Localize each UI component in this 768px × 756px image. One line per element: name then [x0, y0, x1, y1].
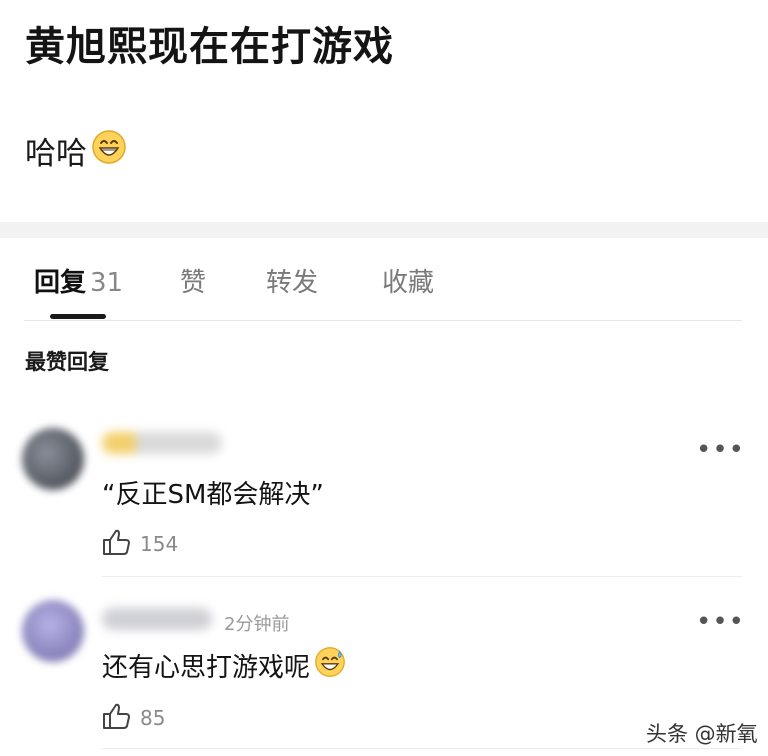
- thumbs-up-icon: [102, 528, 132, 560]
- more-dots-icon[interactable]: •••: [696, 609, 745, 635]
- comment-divider: [102, 576, 742, 577]
- tab-reposts[interactable]: 转发: [266, 262, 318, 299]
- like-count: 154: [140, 532, 179, 556]
- comment-time: 2分钟前: [224, 614, 290, 635]
- tab-replies[interactable]: 回复 31: [34, 262, 123, 299]
- top-replies-heading: 最赞回复: [25, 350, 109, 374]
- watermark-text: 头条 @新氧: [646, 722, 758, 746]
- comment-text: 还有心思打游戏呢: [102, 646, 346, 685]
- avatar[interactable]: [22, 428, 84, 490]
- tab-replies-count: 31: [90, 268, 124, 298]
- comment-divider: [102, 748, 742, 749]
- grinning-face-emoji-icon: [91, 129, 127, 173]
- comment-text: “反正SM都会解决”: [102, 480, 324, 510]
- username-blurred[interactable]: [102, 432, 222, 454]
- comment-text-content: 还有心思打游戏呢: [102, 653, 311, 683]
- tab-bar: 回复 31 赞 转发 收藏: [0, 238, 768, 322]
- section-divider: [0, 222, 768, 238]
- tab-likes[interactable]: 赞: [180, 262, 206, 299]
- thumbs-up-icon: [102, 702, 132, 734]
- more-dots-icon[interactable]: •••: [696, 437, 745, 463]
- post-title: 黄旭熙现在在打游戏: [25, 24, 394, 70]
- like-button[interactable]: 85: [102, 702, 165, 734]
- like-count: 85: [140, 706, 166, 730]
- tab-replies-label: 回复: [34, 268, 87, 298]
- avatar[interactable]: [22, 600, 84, 662]
- like-button[interactable]: 154: [102, 528, 178, 560]
- active-tab-indicator: [50, 314, 106, 319]
- tab-bar-divider: [24, 320, 742, 321]
- post-body-text: 哈哈: [25, 136, 87, 172]
- username-blurred[interactable]: [102, 608, 212, 630]
- grinning-sweat-emoji-icon: [314, 646, 346, 685]
- tab-favorites[interactable]: 收藏: [382, 262, 434, 299]
- post-body: 哈哈: [25, 128, 127, 173]
